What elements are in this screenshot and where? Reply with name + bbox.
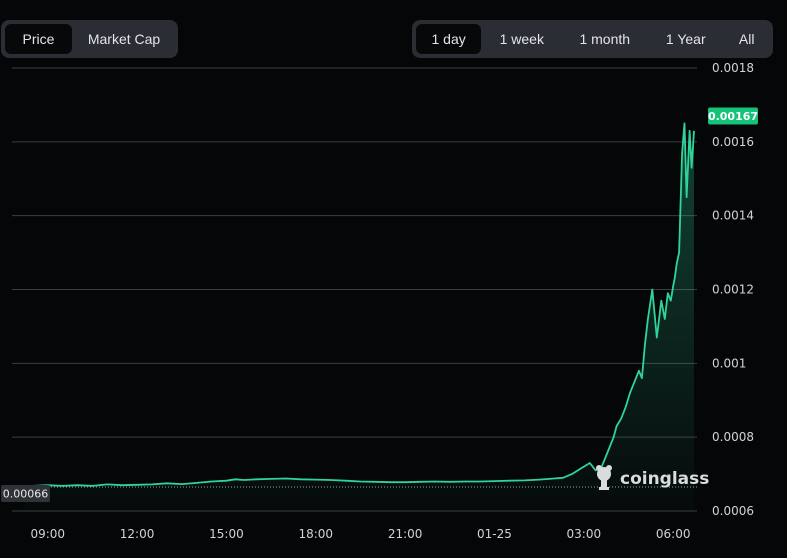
y-tick-label: 0.001	[712, 356, 746, 370]
current-price-badge: 0.00167	[708, 107, 758, 125]
y-tick-label: 0.0016	[712, 135, 754, 149]
y-tick-label: 0.0014	[712, 209, 754, 223]
price-area-fill	[23, 123, 694, 512]
y-tick-label: 0.0018	[712, 61, 754, 75]
x-tick-label: 21:00	[388, 527, 423, 541]
y-tick-label: 0.0006	[712, 504, 754, 518]
x-tick-label: 12:00	[120, 527, 155, 541]
y-tick-label: 0.0012	[712, 283, 754, 297]
price-chart[interactable]: 0.0006 0.0008 0.001 0.0012 0.0014 0.0016 0.001…	[0, 0, 787, 558]
x-tick-label: 15:00	[209, 527, 244, 541]
current-price-label: 0.00167	[708, 110, 758, 123]
x-tick-label: 18:00	[298, 527, 333, 541]
x-tick-label: 06:00	[656, 527, 691, 541]
watermark-text: coinglass	[620, 469, 709, 489]
x-tick-label: 01-25	[477, 527, 512, 541]
y-tick-label: 0.0008	[712, 430, 754, 444]
x-tick-label: 09:00	[30, 527, 65, 541]
x-tick-label: 03:00	[567, 527, 602, 541]
start-price-label: 0.00066	[3, 488, 49, 501]
price-line	[23, 122, 695, 488]
start-price-badge: 0.00066	[1, 485, 50, 502]
